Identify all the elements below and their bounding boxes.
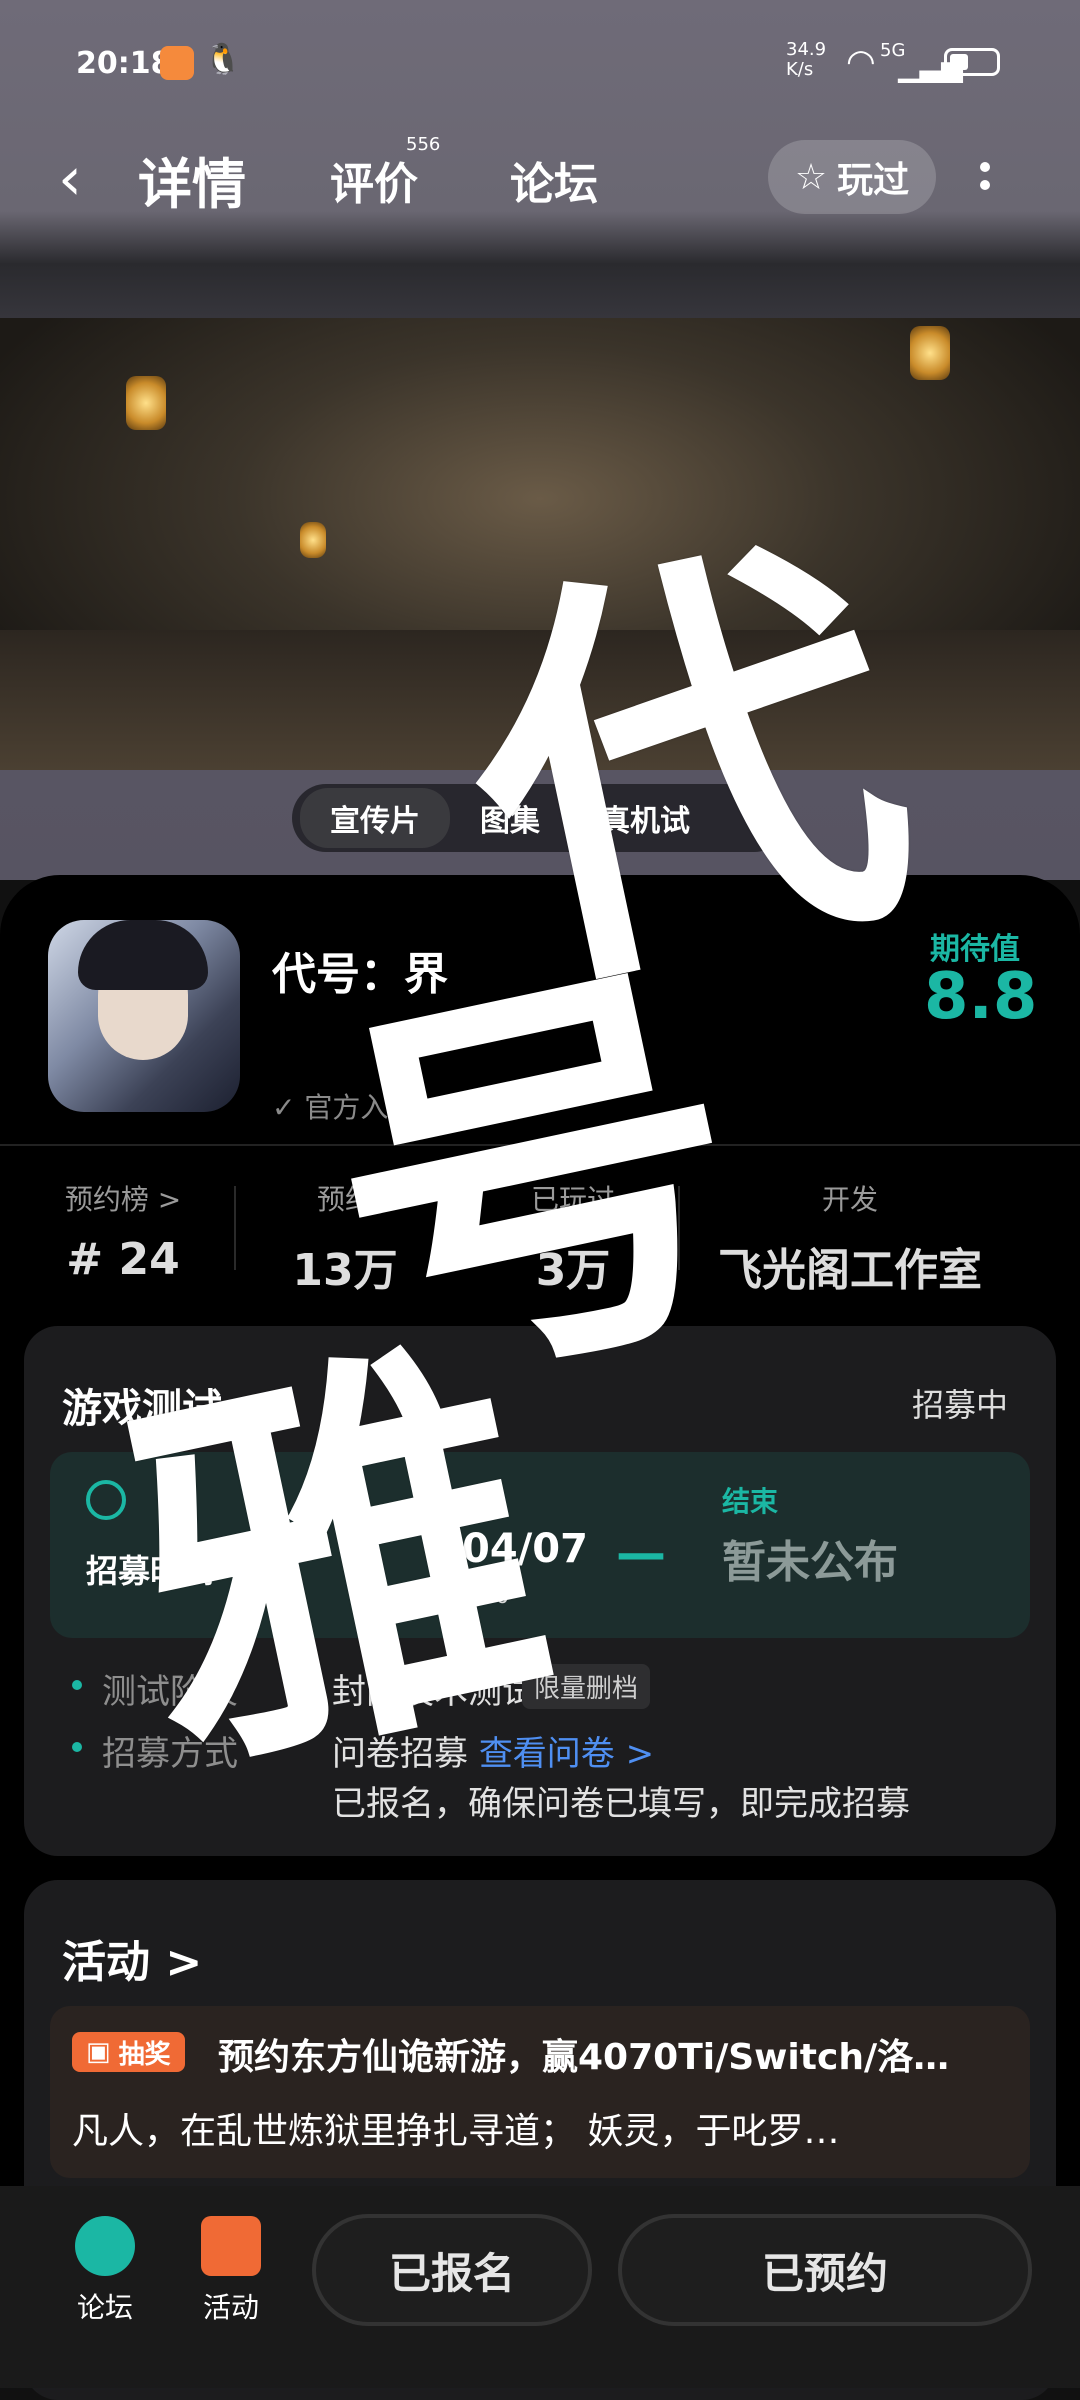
lottery-badge: ▣ 抽奖 <box>72 2032 185 2072</box>
check-circle-icon: ✓ <box>272 1091 296 1124</box>
app-notification-icon <box>160 46 194 80</box>
media-tab-trailer[interactable]: 宣传片 <box>300 788 450 848</box>
tab-details-label: 详情 <box>138 153 246 216</box>
bottom-forum-label: 论坛 <box>76 2291 133 2324</box>
activity-title[interactable]: 活动 > <box>62 1926 202 1990</box>
bullet-dot <box>72 1742 82 1752</box>
tab-reviews-label: 评价 <box>330 159 418 210</box>
game-icon <box>48 920 240 1112</box>
tab-reviews[interactable]: 评价 <box>330 148 418 212</box>
top-nav: ‹ 详情 评价 556 论坛 ☆ 玩过 <box>0 130 1080 250</box>
activity-description: 凡人，在乱世炼狱里挣扎寻道； 妖灵，于叱罗… <box>72 2111 840 2152</box>
bottom-activity[interactable]: 活动 <box>196 2216 266 2326</box>
recruit-status: 招募中 <box>912 1386 1009 1424</box>
lantern-decoration <box>910 326 950 380</box>
bottom-forum[interactable]: 论坛 <box>70 2216 140 2326</box>
wifi-icon: ◠ <box>846 42 876 82</box>
status-time: 20:18 <box>76 46 172 81</box>
chat-bubble-icon <box>75 2216 135 2276</box>
lantern-decoration <box>300 522 326 558</box>
tab-forum[interactable]: 论坛 <box>510 148 598 212</box>
gift-icon: ▣ <box>86 2037 111 2067</box>
bottom-activity-label: 活动 <box>202 2291 259 2324</box>
more-menu-icon[interactable] <box>980 154 1000 198</box>
tab-forum-label: 论坛 <box>510 159 598 210</box>
played-label: 玩过 <box>837 160 910 201</box>
timeline-arrow-icon: — <box>616 1524 666 1582</box>
lottery-label: 抽奖 <box>118 2039 171 2070</box>
reviews-count-badge: 556 <box>406 134 441 155</box>
back-arrow-icon[interactable]: ‹ <box>58 144 82 214</box>
stat-rank-label: 预约榜 > <box>64 1183 182 1216</box>
qq-icon: 🐧 <box>204 42 242 77</box>
played-button[interactable]: ☆ 玩过 <box>768 140 936 214</box>
tab-details[interactable]: 详情 <box>138 140 246 219</box>
bullet-dot <box>72 1680 82 1690</box>
lantern-decoration <box>126 376 166 430</box>
timeline-end-label: 结束 <box>722 1485 779 1518</box>
network-speed: 34.9 K/s <box>786 39 827 80</box>
gift-icon <box>201 2216 261 2276</box>
battery-icon <box>944 48 1000 76</box>
reserved-button[interactable]: 已预约 <box>618 2214 1032 2326</box>
signed-up-button[interactable]: 已报名 <box>312 2214 592 2326</box>
star-icon: ☆ <box>794 156 828 198</box>
timeline-end-value: 暂未公布 <box>722 1537 898 1588</box>
activity-headline: 预约东方仙诡新游，赢4070Ti/Switch/洛… <box>218 2037 950 2078</box>
status-bar: 20:18 🐧 34.9 K/s ◠ 5G ▁▃▅ <box>0 0 1080 130</box>
